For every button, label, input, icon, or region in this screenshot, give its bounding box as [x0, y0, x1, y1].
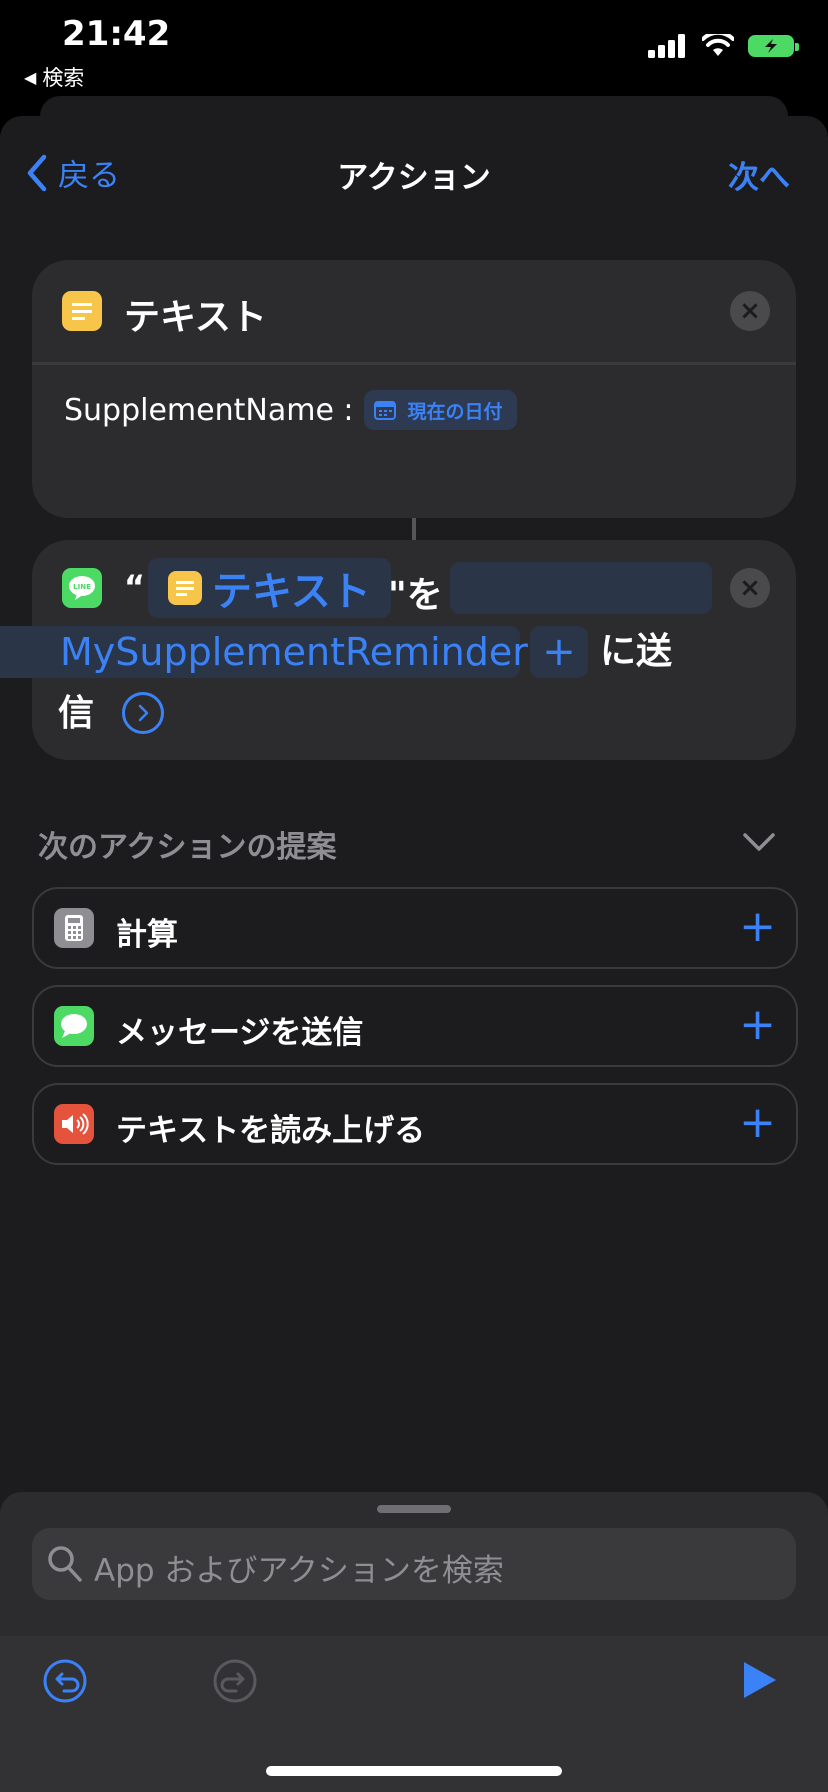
back-triangle-icon: ◀	[24, 67, 37, 87]
suggestion-label: 計算	[116, 917, 178, 953]
page-title: アクション	[337, 160, 491, 196]
search-placeholder: App およびアクションを検索	[94, 1553, 504, 1589]
text-content-prefix: SupplementName :	[64, 392, 354, 428]
calendar-icon	[373, 401, 396, 420]
text-action-title: テキスト	[124, 297, 267, 338]
collapse-suggestions-button[interactable]	[742, 832, 776, 856]
wifi-icon	[702, 34, 734, 56]
speaker-icon	[54, 1104, 94, 1144]
text-variable-token[interactable]: テキスト	[148, 558, 391, 618]
search-icon	[48, 1546, 82, 1582]
suggestions-title: 次のアクションの提案	[38, 830, 337, 865]
svg-text:LINE: LINE	[73, 583, 91, 591]
line-send-action-card[interactable]: LINE “ テキスト "を × MySupplementReminder + …	[0, 540, 796, 760]
recipient-value[interactable]: MySupplementReminder	[60, 626, 528, 678]
add-recipient-button[interactable]: +	[530, 626, 588, 678]
messages-icon	[54, 1006, 94, 1046]
panel-grabber-handle[interactable]	[377, 1505, 451, 1513]
message-target-field[interactable]	[450, 562, 712, 614]
suggestion-speak-text[interactable]: テキストを読み上げる +	[32, 1083, 798, 1165]
undo-icon	[43, 1659, 87, 1703]
back-to-app-link[interactable]: ◀ 検索	[24, 62, 84, 92]
current-date-label: 現在の日付	[407, 400, 503, 423]
chevron-right-icon	[138, 704, 149, 722]
text-action-header: テキスト ×	[32, 260, 796, 365]
redo-icon	[213, 1659, 257, 1703]
text-action-card[interactable]: テキスト × SupplementName : 現在の日付	[32, 260, 796, 518]
plus-icon[interactable]: +	[739, 997, 776, 1053]
text-variable-label: テキスト	[212, 569, 371, 615]
suggestion-label: メッセージを送信	[116, 1015, 364, 1051]
suggestion-label: テキストを読み上げる	[116, 1113, 426, 1149]
remove-text-action-button[interactable]: ×	[730, 291, 770, 331]
current-date-variable-token[interactable]: 現在の日付	[363, 390, 517, 430]
run-shortcut-button[interactable]	[742, 1660, 778, 1704]
remove-line-action-button[interactable]: ×	[730, 568, 770, 608]
chevron-down-icon	[743, 833, 775, 851]
text-variable-icon	[168, 571, 202, 605]
action-connector-line	[412, 518, 416, 540]
plus-icon[interactable]: +	[739, 899, 776, 955]
close-icon: ×	[739, 573, 761, 603]
status-time: 21:42	[62, 14, 171, 54]
back-app-label: 検索	[42, 66, 85, 90]
send-text-part1: に送	[600, 631, 673, 672]
status-icons	[648, 34, 799, 58]
cellular-signal-icon	[648, 34, 685, 58]
calculator-icon	[54, 908, 94, 948]
action-search-field[interactable]: App およびアクションを検索	[32, 1528, 796, 1600]
quote-open: “	[124, 568, 146, 606]
play-icon	[744, 1662, 776, 1698]
line-app-icon: LINE	[62, 568, 102, 608]
redo-button[interactable]	[212, 1658, 258, 1708]
next-button[interactable]: 次へ	[728, 152, 790, 197]
quote-close-particle: "を	[388, 575, 443, 616]
suggestion-send-message[interactable]: メッセージを送信 +	[32, 985, 798, 1067]
text-action-content[interactable]: SupplementName : 現在の日付	[64, 390, 517, 430]
send-text-part2: 信	[58, 693, 95, 734]
undo-button[interactable]	[42, 1658, 88, 1708]
battery-charging-icon	[748, 35, 799, 57]
plus-icon[interactable]: +	[739, 1095, 776, 1151]
home-indicator[interactable]	[266, 1766, 562, 1776]
suggestion-calculate[interactable]: 計算 +	[32, 887, 798, 969]
plus-icon: +	[542, 629, 576, 675]
close-icon: ×	[739, 296, 761, 326]
text-document-icon	[62, 291, 102, 331]
expand-options-button[interactable]	[122, 692, 164, 734]
